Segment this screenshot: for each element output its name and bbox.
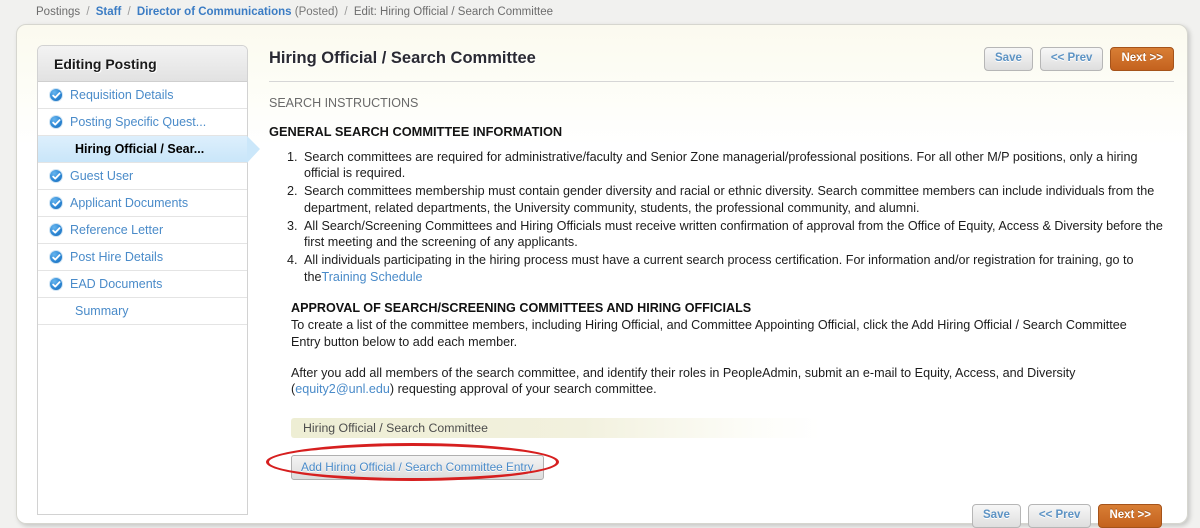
breadcrumb-separator-3: /: [344, 6, 347, 18]
breadcrumb-link-staff[interactable]: Staff: [96, 6, 122, 18]
general-info-heading: GENERAL SEARCH COMMITTEE INFORMATION: [269, 124, 1174, 139]
approval-heading: APPROVAL OF SEARCH/SCREENING COMMITTEES …: [291, 300, 1174, 317]
list-item: Search committees are required for admin…: [301, 149, 1174, 182]
content-header: Hiring Official / Search Committee Save …: [269, 47, 1174, 81]
equity-email-link[interactable]: equity2@unl.edu: [295, 382, 390, 396]
sidebar-item-label: Post Hire Details: [70, 250, 163, 264]
breadcrumb-separator-1: /: [86, 6, 89, 18]
add-hiring-official-entry-button[interactable]: Add Hiring Official / Search Committee E…: [291, 455, 544, 480]
list-item: All individuals participating in the hir…: [301, 252, 1174, 285]
sidebar-item-ead-documents[interactable]: EAD Documents: [38, 271, 247, 298]
sidebar: Editing Posting Requisition Details Post…: [37, 45, 248, 515]
check-circle-icon: [49, 223, 63, 237]
sidebar-item-summary[interactable]: Summary: [38, 298, 247, 325]
breadcrumb-root[interactable]: Postings: [36, 6, 80, 18]
check-circle-icon: [49, 196, 63, 210]
sidebar-item-label: Applicant Documents: [70, 196, 188, 210]
sidebar-item-label: Guest User: [70, 169, 133, 183]
add-entry-area: Add Hiring Official / Search Committee E…: [291, 455, 1174, 480]
check-circle-icon: [49, 250, 63, 264]
search-rules-list: Search committees are required for admin…: [279, 149, 1174, 286]
breadcrumb-posting-status: (Posted): [295, 6, 338, 18]
action-buttons-top: Save << Prev Next >>: [984, 47, 1174, 71]
sidebar-header: Editing Posting: [38, 46, 247, 82]
approval-text-after-email: ) requesting approval of your search com…: [390, 382, 657, 396]
sidebar-item-label: Hiring Official / Sear...: [75, 142, 204, 156]
check-circle-icon: [49, 277, 63, 291]
check-circle-icon: [49, 169, 63, 183]
breadcrumb-link-posting[interactable]: Director of Communications: [137, 6, 292, 18]
page-panel: Editing Posting Requisition Details Post…: [16, 24, 1188, 524]
breadcrumb: Postings / Staff / Director of Communica…: [0, 0, 1200, 26]
main-content: Hiring Official / Search Committee Save …: [269, 47, 1174, 480]
sidebar-item-label: EAD Documents: [70, 277, 162, 291]
next-button-top[interactable]: Next >>: [1110, 47, 1174, 71]
sidebar-item-guest-user[interactable]: Guest User: [38, 163, 247, 190]
prev-button-top[interactable]: << Prev: [1040, 47, 1104, 71]
rule-4-text: All individuals participating in the hir…: [304, 253, 1134, 284]
list-item: All Search/Screening Committees and Hiri…: [301, 218, 1174, 251]
section-bar-label: Hiring Official / Search Committee: [303, 421, 488, 435]
approval-paragraph-1: To create a list of the committee member…: [291, 317, 1136, 350]
sidebar-item-label: Requisition Details: [70, 88, 174, 102]
approval-paragraph-2: After you add all members of the search …: [291, 365, 1136, 398]
sidebar-item-label: Summary: [75, 304, 128, 318]
sidebar-item-label: Posting Specific Quest...: [70, 115, 206, 129]
section-bar-hiring-official: Hiring Official / Search Committee: [291, 418, 821, 438]
sidebar-title: Editing Posting: [54, 56, 157, 72]
save-button-top[interactable]: Save: [984, 47, 1033, 71]
breadcrumb-current: Edit: Hiring Official / Search Committee: [354, 6, 553, 18]
training-schedule-link[interactable]: Training Schedule: [322, 270, 423, 284]
sidebar-item-posting-specific-questions[interactable]: Posting Specific Quest...: [38, 109, 247, 136]
list-item: Search committees membership must contai…: [301, 183, 1174, 216]
sidebar-item-label: Reference Letter: [70, 223, 163, 237]
breadcrumb-separator-2: /: [127, 6, 130, 18]
check-circle-icon: [49, 88, 63, 102]
sidebar-item-post-hire-details[interactable]: Post Hire Details: [38, 244, 247, 271]
check-circle-icon: [49, 115, 63, 129]
sidebar-item-reference-letter[interactable]: Reference Letter: [38, 217, 247, 244]
sidebar-item-hiring-official-search-committee[interactable]: Hiring Official / Sear...: [38, 136, 247, 163]
sidebar-item-applicant-documents[interactable]: Applicant Documents: [38, 190, 247, 217]
header-divider: [269, 81, 1174, 82]
approval-section: APPROVAL OF SEARCH/SCREENING COMMITTEES …: [291, 300, 1174, 399]
page-title: Hiring Official / Search Committee: [269, 49, 536, 68]
search-instructions-label: SEARCH INSTRUCTIONS: [269, 96, 1174, 110]
sidebar-item-requisition-details[interactable]: Requisition Details: [38, 82, 247, 109]
